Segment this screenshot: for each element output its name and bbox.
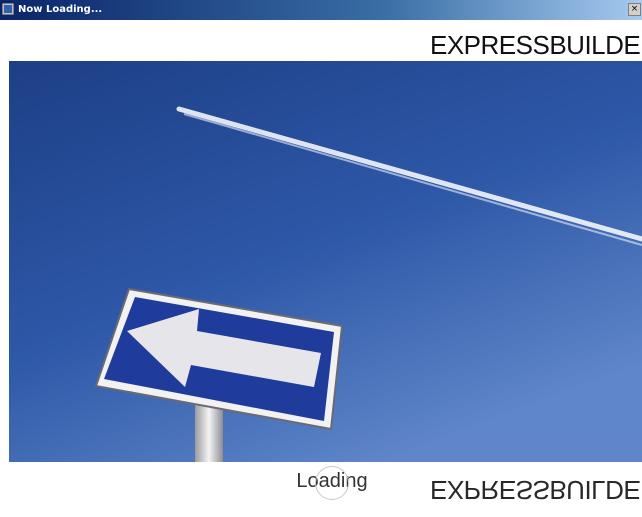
spinner-icon bbox=[315, 466, 349, 500]
window-title: Now Loading... bbox=[18, 4, 103, 15]
close-button[interactable]: × bbox=[628, 3, 641, 16]
brand-reflection-text: EXPRESSBUILDER bbox=[430, 475, 642, 505]
hero-image bbox=[9, 61, 642, 462]
brand-reflection: EXPRESSBUILDER bbox=[430, 474, 642, 505]
brand-title: EXPRESSBUILDER bbox=[430, 30, 642, 60]
title-bar: Now Loading... × bbox=[0, 0, 642, 20]
app-icon bbox=[2, 3, 14, 15]
close-icon: × bbox=[630, 4, 639, 14]
